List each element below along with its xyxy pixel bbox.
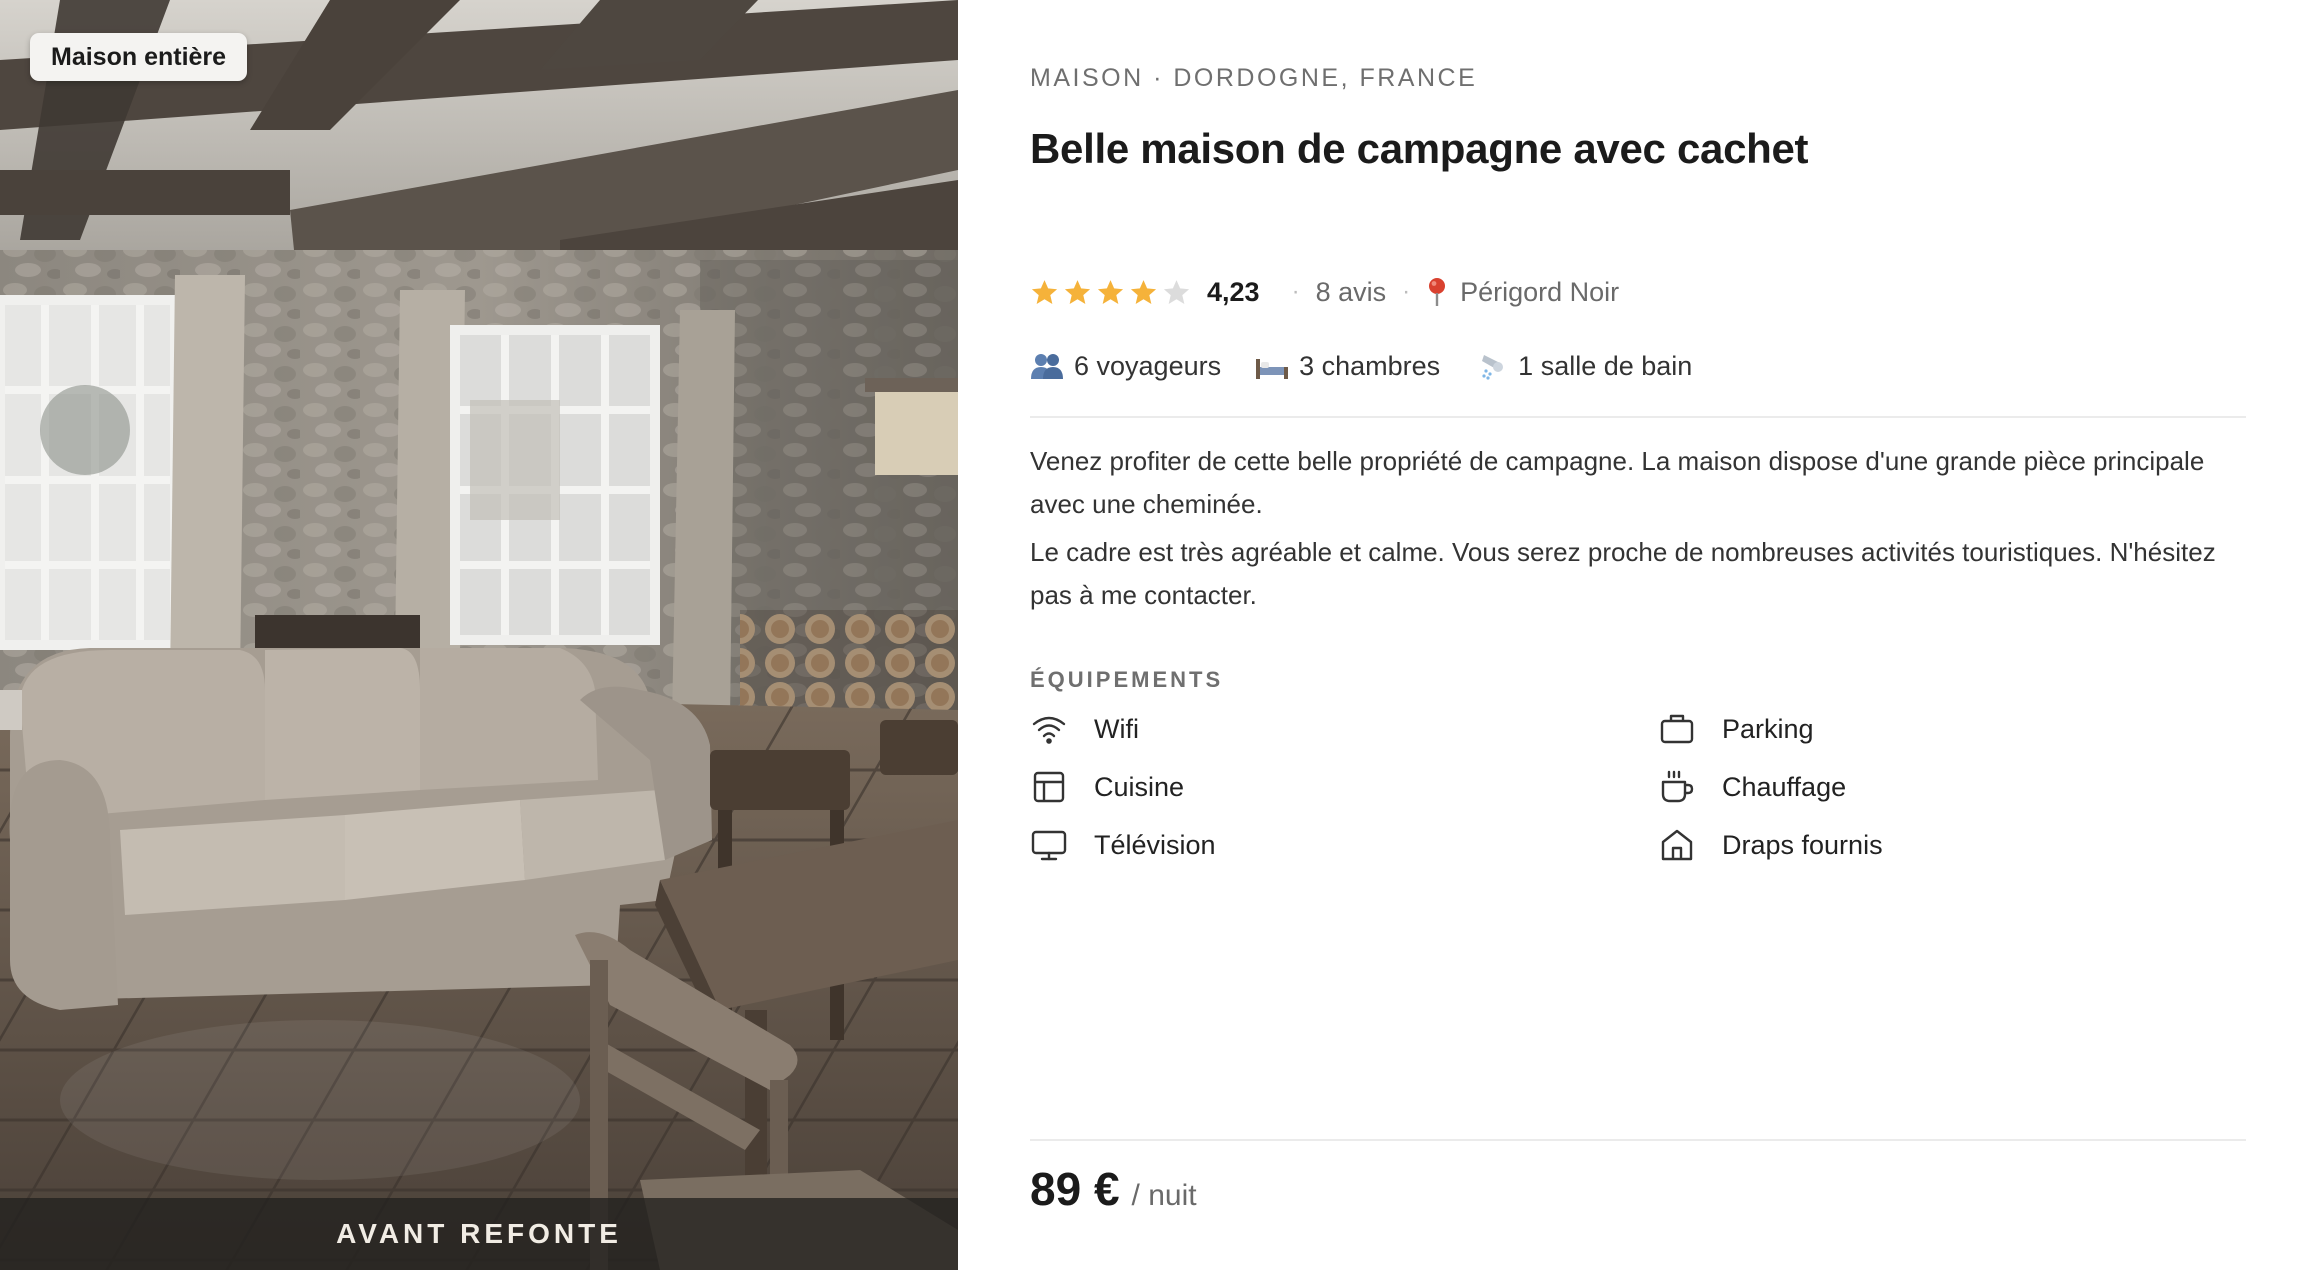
fact-label: 3 chambres bbox=[1299, 350, 1441, 381]
amenity-label: Télévision bbox=[1094, 829, 1216, 860]
fact-bathrooms: 1 salle de bain bbox=[1474, 351, 1692, 382]
amenities-heading: ÉQUIPEMENTS bbox=[1030, 667, 1224, 692]
rating-value: 4,23 bbox=[1207, 276, 1260, 307]
living-room-photo bbox=[0, 0, 958, 1270]
divider bbox=[1030, 416, 2246, 418]
description-paragraph: Le cadre est très agréable et calme. Vou… bbox=[1030, 537, 2216, 610]
amenity-label: Parking bbox=[1722, 713, 1814, 744]
amenity-label: Wifi bbox=[1094, 713, 1139, 744]
amenity-kitchen: Cuisine bbox=[1030, 764, 1184, 810]
location-pin-icon bbox=[1429, 278, 1446, 306]
amenity-label: Chauffage bbox=[1722, 771, 1847, 802]
amenity-heating: Chauffage bbox=[1658, 764, 1846, 810]
divider bbox=[1030, 1139, 2246, 1141]
listing-kicker: MAISON · DORDOGNE, FRANCE bbox=[1030, 64, 1478, 92]
reviews-link[interactable]: 8 avis bbox=[1316, 277, 1387, 308]
facts-row: 6 voyageurs 3 chambres 1 salle de bain bbox=[1030, 346, 1726, 386]
fact-guests: 6 voyageurs bbox=[1030, 351, 1221, 382]
star-empty-icon bbox=[1163, 279, 1190, 304]
photo-caption: AVANT REFONTE bbox=[336, 1218, 622, 1249]
listing-photo[interactable]: Maison entière AVANT REFONTE bbox=[0, 0, 958, 1270]
star-filled-icon bbox=[1064, 279, 1091, 304]
shower-icon bbox=[1482, 355, 1504, 380]
star-rating bbox=[1030, 278, 1191, 307]
star-filled-icon bbox=[1130, 279, 1157, 304]
listing-info: MAISON · DORDOGNE, FRANCE Belle maison d… bbox=[1030, 0, 2246, 1270]
star-filled-icon bbox=[1031, 279, 1058, 304]
cup-icon bbox=[1661, 770, 1694, 803]
separator-dot: · bbox=[1291, 278, 1300, 305]
briefcase-icon bbox=[1660, 714, 1694, 744]
price-value: 89 € bbox=[1030, 1163, 1120, 1215]
people-icon bbox=[1031, 354, 1063, 379]
amenity-label: Cuisine bbox=[1094, 771, 1185, 802]
separator-dot: · bbox=[1402, 278, 1411, 305]
property-type-badge: Maison entière bbox=[30, 33, 248, 81]
rating-row: 4,23 · 8 avis · Périgord Noir bbox=[1030, 272, 1619, 312]
bed-icon bbox=[1256, 359, 1289, 379]
kitchen-icon bbox=[1033, 771, 1065, 803]
tv-icon bbox=[1031, 830, 1067, 861]
price-row: 89 € / nuit bbox=[1030, 1162, 1197, 1216]
description-paragraph: Venez profiter de cette belle propriété … bbox=[1030, 446, 2205, 519]
amenity-linens: Draps fournis bbox=[1658, 822, 1883, 868]
amenity-parking: Parking bbox=[1658, 706, 1814, 752]
amenity-label: Draps fournis bbox=[1722, 829, 1883, 860]
fact-label: 6 voyageurs bbox=[1074, 350, 1222, 381]
wifi-icon bbox=[1032, 716, 1066, 744]
location-label: Périgord Noir bbox=[1460, 276, 1620, 307]
description: Venez profiter de cette belle propriété … bbox=[1030, 440, 2230, 622]
listing-card: Maison entière AVANT REFONTE MAISON · DO… bbox=[0, 0, 2322, 1270]
amenity-wifi: Wifi bbox=[1030, 706, 1139, 752]
listing-title[interactable]: Belle maison de campagne avec cachet bbox=[1030, 125, 1809, 173]
fact-bedrooms: 3 chambres bbox=[1255, 351, 1440, 382]
price-unit: / nuit bbox=[1131, 1179, 1197, 1212]
amenity-tv: Télévision bbox=[1030, 822, 1216, 868]
house-icon bbox=[1661, 829, 1693, 861]
star-filled-icon bbox=[1097, 279, 1124, 304]
fact-label: 1 salle de bain bbox=[1518, 350, 1693, 381]
